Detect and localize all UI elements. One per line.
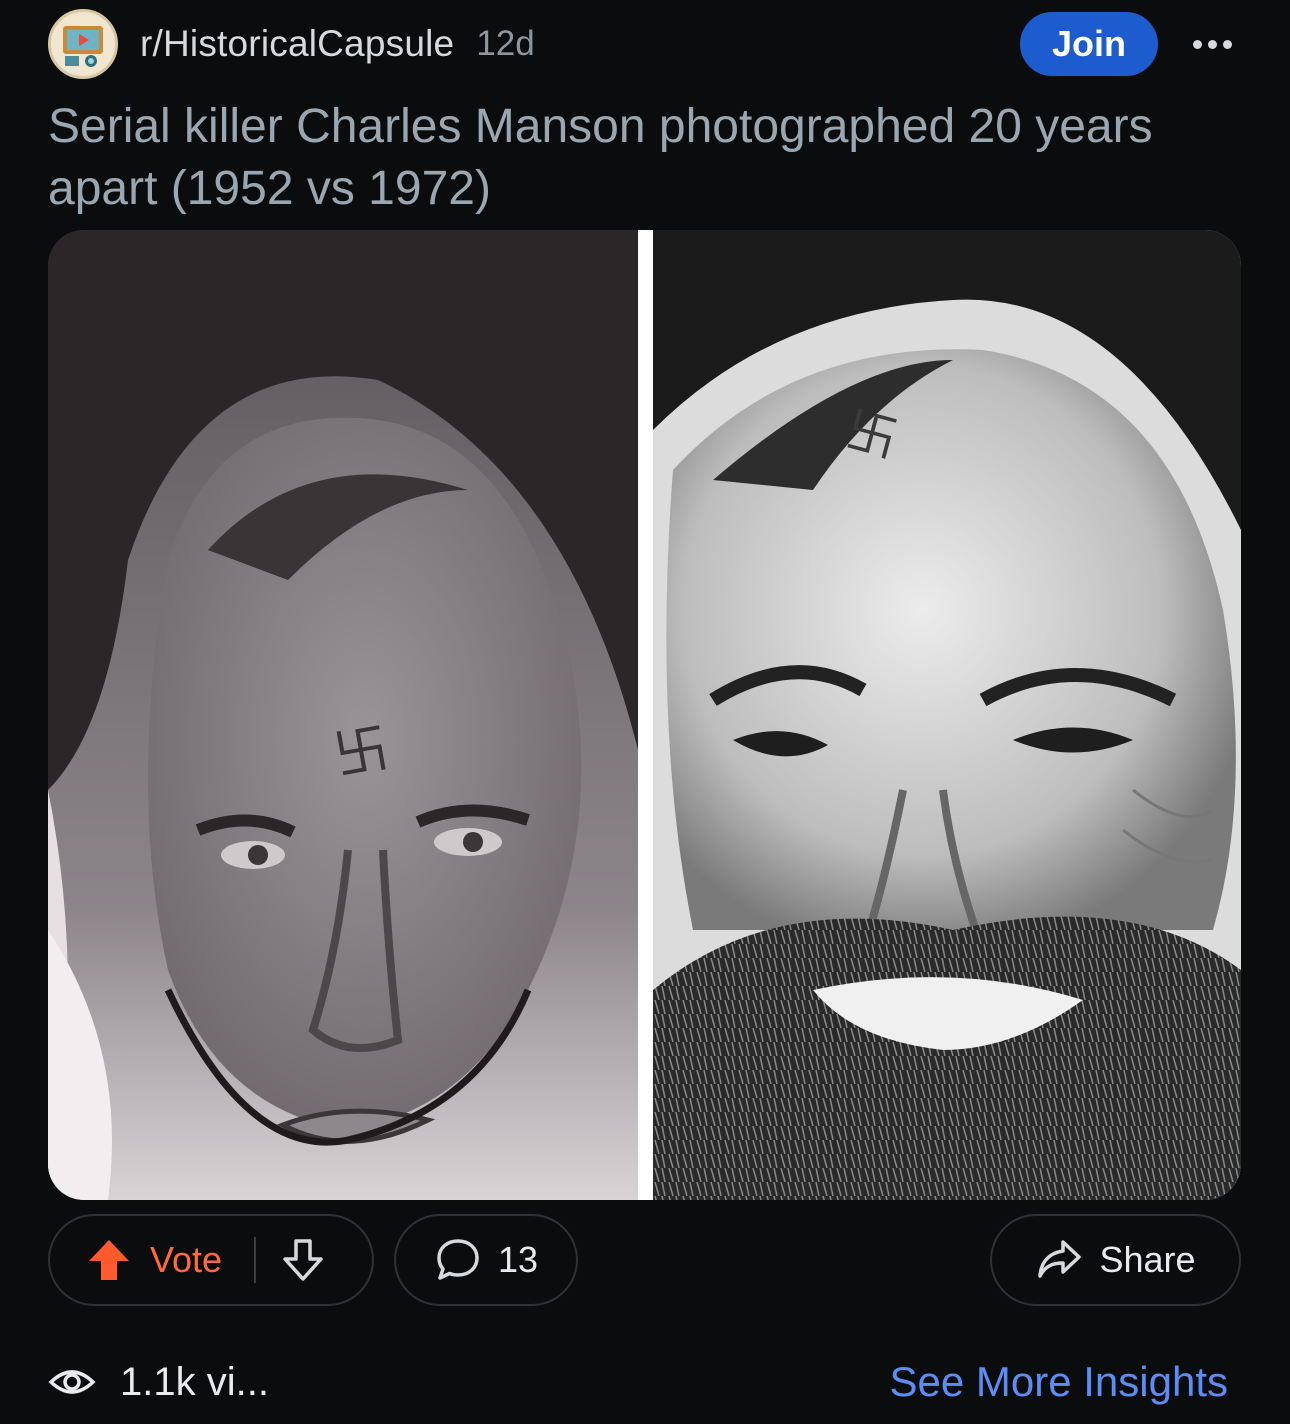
subreddit-avatar-icon[interactable]: [48, 9, 118, 79]
vote-label[interactable]: Vote: [150, 1239, 222, 1281]
views-count: 1.1k vi...: [120, 1359, 269, 1404]
post-title[interactable]: Serial killer Charles Manson photographe…: [48, 96, 1228, 220]
comments-button[interactable]: 13: [394, 1214, 578, 1306]
post-card: r/HistoricalCapsule 12d Join Serial kill…: [0, 0, 1290, 1424]
portrait-1972-image: 卐: [653, 230, 1241, 1200]
post-header: r/HistoricalCapsule 12d Join: [48, 9, 1242, 79]
share-label: Share: [1099, 1239, 1196, 1280]
share-button[interactable]: Share: [990, 1214, 1241, 1306]
upvote-icon[interactable]: [86, 1237, 132, 1283]
downvote-icon[interactable]: [280, 1237, 326, 1283]
image-divider: [638, 230, 653, 1200]
vote-separator: [254, 1237, 257, 1283]
share-icon: [1035, 1236, 1083, 1284]
more-options-icon[interactable]: [1182, 12, 1242, 76]
post-media[interactable]: 卐 卐: [48, 230, 1241, 1200]
comments-count: 13: [497, 1239, 539, 1280]
portrait-1952-image: 卐: [48, 230, 638, 1200]
eye-icon: [48, 1362, 96, 1402]
comment-icon: [434, 1236, 482, 1284]
views-stat: 1.1k vi...: [48, 1352, 269, 1412]
svg-text:卐: 卐: [329, 716, 393, 787]
subreddit-name[interactable]: r/HistoricalCapsule: [140, 23, 454, 65]
post-age: 12d: [476, 24, 535, 63]
vote-control: Vote: [48, 1214, 374, 1306]
join-button[interactable]: Join: [1020, 12, 1158, 76]
see-more-insights-link[interactable]: See More Insights: [889, 1352, 1228, 1412]
